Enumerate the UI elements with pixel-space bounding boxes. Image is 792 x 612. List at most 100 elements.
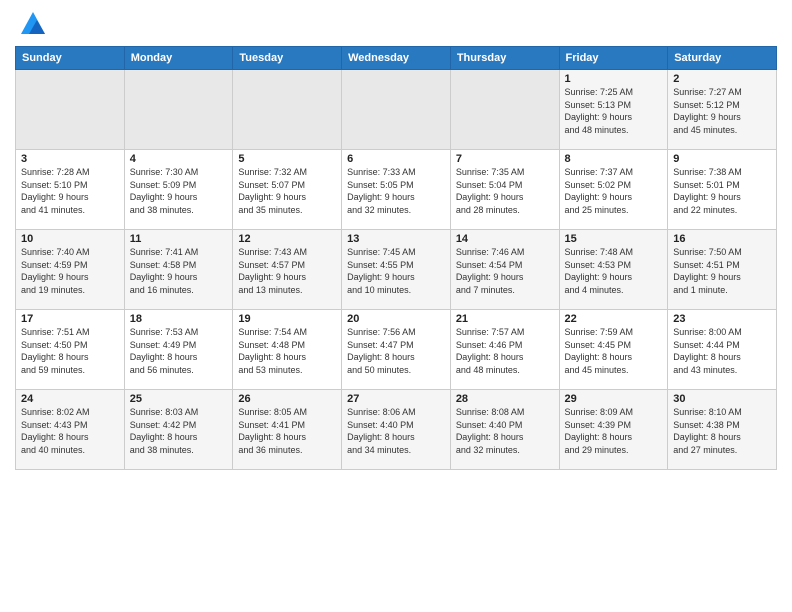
day-info: Sunrise: 8:00 AM Sunset: 4:44 PM Dayligh… xyxy=(673,326,771,376)
weekday-header-thursday: Thursday xyxy=(450,47,559,70)
day-info: Sunrise: 7:38 AM Sunset: 5:01 PM Dayligh… xyxy=(673,166,771,216)
day-number: 7 xyxy=(456,153,554,165)
calendar-cell: 5Sunrise: 7:32 AM Sunset: 5:07 PM Daylig… xyxy=(233,150,342,230)
day-info: Sunrise: 8:02 AM Sunset: 4:43 PM Dayligh… xyxy=(21,406,119,456)
day-number: 4 xyxy=(130,153,228,165)
calendar-cell: 25Sunrise: 8:03 AM Sunset: 4:42 PM Dayli… xyxy=(124,390,233,470)
logo xyxy=(15,10,47,38)
day-info: Sunrise: 7:33 AM Sunset: 5:05 PM Dayligh… xyxy=(347,166,445,216)
week-row-3: 10Sunrise: 7:40 AM Sunset: 4:59 PM Dayli… xyxy=(16,230,777,310)
calendar-cell: 13Sunrise: 7:45 AM Sunset: 4:55 PM Dayli… xyxy=(342,230,451,310)
day-info: Sunrise: 8:05 AM Sunset: 4:41 PM Dayligh… xyxy=(238,406,336,456)
calendar-cell: 22Sunrise: 7:59 AM Sunset: 4:45 PM Dayli… xyxy=(559,310,668,390)
weekday-header-friday: Friday xyxy=(559,47,668,70)
day-info: Sunrise: 7:54 AM Sunset: 4:48 PM Dayligh… xyxy=(238,326,336,376)
weekday-header-wednesday: Wednesday xyxy=(342,47,451,70)
day-number: 8 xyxy=(565,153,663,165)
calendar-cell: 3Sunrise: 7:28 AM Sunset: 5:10 PM Daylig… xyxy=(16,150,125,230)
header xyxy=(15,10,777,38)
day-number: 13 xyxy=(347,233,445,245)
day-number: 27 xyxy=(347,393,445,405)
day-info: Sunrise: 7:50 AM Sunset: 4:51 PM Dayligh… xyxy=(673,246,771,296)
calendar-cell: 12Sunrise: 7:43 AM Sunset: 4:57 PM Dayli… xyxy=(233,230,342,310)
calendar-cell xyxy=(124,70,233,150)
day-info: Sunrise: 7:30 AM Sunset: 5:09 PM Dayligh… xyxy=(130,166,228,216)
weekday-header-row: SundayMondayTuesdayWednesdayThursdayFrid… xyxy=(16,47,777,70)
day-number: 30 xyxy=(673,393,771,405)
weekday-header-sunday: Sunday xyxy=(16,47,125,70)
day-info: Sunrise: 7:37 AM Sunset: 5:02 PM Dayligh… xyxy=(565,166,663,216)
week-row-2: 3Sunrise: 7:28 AM Sunset: 5:10 PM Daylig… xyxy=(16,150,777,230)
day-info: Sunrise: 8:10 AM Sunset: 4:38 PM Dayligh… xyxy=(673,406,771,456)
week-row-1: 1Sunrise: 7:25 AM Sunset: 5:13 PM Daylig… xyxy=(16,70,777,150)
day-info: Sunrise: 7:56 AM Sunset: 4:47 PM Dayligh… xyxy=(347,326,445,376)
day-number: 28 xyxy=(456,393,554,405)
day-number: 2 xyxy=(673,73,771,85)
day-info: Sunrise: 7:41 AM Sunset: 4:58 PM Dayligh… xyxy=(130,246,228,296)
day-number: 12 xyxy=(238,233,336,245)
day-info: Sunrise: 7:27 AM Sunset: 5:12 PM Dayligh… xyxy=(673,86,771,136)
day-info: Sunrise: 7:51 AM Sunset: 4:50 PM Dayligh… xyxy=(21,326,119,376)
calendar-cell: 11Sunrise: 7:41 AM Sunset: 4:58 PM Dayli… xyxy=(124,230,233,310)
calendar-cell xyxy=(16,70,125,150)
day-number: 25 xyxy=(130,393,228,405)
calendar-cell: 4Sunrise: 7:30 AM Sunset: 5:09 PM Daylig… xyxy=(124,150,233,230)
calendar-cell: 2Sunrise: 7:27 AM Sunset: 5:12 PM Daylig… xyxy=(668,70,777,150)
calendar-cell: 26Sunrise: 8:05 AM Sunset: 4:41 PM Dayli… xyxy=(233,390,342,470)
day-info: Sunrise: 8:09 AM Sunset: 4:39 PM Dayligh… xyxy=(565,406,663,456)
day-number: 10 xyxy=(21,233,119,245)
calendar-cell: 14Sunrise: 7:46 AM Sunset: 4:54 PM Dayli… xyxy=(450,230,559,310)
calendar-cell xyxy=(450,70,559,150)
day-info: Sunrise: 7:25 AM Sunset: 5:13 PM Dayligh… xyxy=(565,86,663,136)
calendar-cell: 6Sunrise: 7:33 AM Sunset: 5:05 PM Daylig… xyxy=(342,150,451,230)
calendar-cell: 24Sunrise: 8:02 AM Sunset: 4:43 PM Dayli… xyxy=(16,390,125,470)
logo-icon xyxy=(19,10,47,38)
calendar-cell: 30Sunrise: 8:10 AM Sunset: 4:38 PM Dayli… xyxy=(668,390,777,470)
day-number: 22 xyxy=(565,313,663,325)
day-info: Sunrise: 7:46 AM Sunset: 4:54 PM Dayligh… xyxy=(456,246,554,296)
calendar-cell: 16Sunrise: 7:50 AM Sunset: 4:51 PM Dayli… xyxy=(668,230,777,310)
day-info: Sunrise: 7:40 AM Sunset: 4:59 PM Dayligh… xyxy=(21,246,119,296)
day-number: 18 xyxy=(130,313,228,325)
day-number: 11 xyxy=(130,233,228,245)
page: SundayMondayTuesdayWednesdayThursdayFrid… xyxy=(0,0,792,612)
calendar-cell: 1Sunrise: 7:25 AM Sunset: 5:13 PM Daylig… xyxy=(559,70,668,150)
calendar-cell: 10Sunrise: 7:40 AM Sunset: 4:59 PM Dayli… xyxy=(16,230,125,310)
calendar-cell: 17Sunrise: 7:51 AM Sunset: 4:50 PM Dayli… xyxy=(16,310,125,390)
day-info: Sunrise: 7:48 AM Sunset: 4:53 PM Dayligh… xyxy=(565,246,663,296)
day-info: Sunrise: 8:06 AM Sunset: 4:40 PM Dayligh… xyxy=(347,406,445,456)
day-info: Sunrise: 7:59 AM Sunset: 4:45 PM Dayligh… xyxy=(565,326,663,376)
day-info: Sunrise: 8:03 AM Sunset: 4:42 PM Dayligh… xyxy=(130,406,228,456)
day-number: 29 xyxy=(565,393,663,405)
day-number: 15 xyxy=(565,233,663,245)
calendar-cell: 19Sunrise: 7:54 AM Sunset: 4:48 PM Dayli… xyxy=(233,310,342,390)
day-info: Sunrise: 8:08 AM Sunset: 4:40 PM Dayligh… xyxy=(456,406,554,456)
calendar-cell: 21Sunrise: 7:57 AM Sunset: 4:46 PM Dayli… xyxy=(450,310,559,390)
calendar-cell: 20Sunrise: 7:56 AM Sunset: 4:47 PM Dayli… xyxy=(342,310,451,390)
day-info: Sunrise: 7:32 AM Sunset: 5:07 PM Dayligh… xyxy=(238,166,336,216)
day-number: 5 xyxy=(238,153,336,165)
calendar-cell: 18Sunrise: 7:53 AM Sunset: 4:49 PM Dayli… xyxy=(124,310,233,390)
day-number: 24 xyxy=(21,393,119,405)
calendar-cell: 9Sunrise: 7:38 AM Sunset: 5:01 PM Daylig… xyxy=(668,150,777,230)
day-number: 1 xyxy=(565,73,663,85)
weekday-header-monday: Monday xyxy=(124,47,233,70)
day-number: 6 xyxy=(347,153,445,165)
calendar-cell: 15Sunrise: 7:48 AM Sunset: 4:53 PM Dayli… xyxy=(559,230,668,310)
day-info: Sunrise: 7:57 AM Sunset: 4:46 PM Dayligh… xyxy=(456,326,554,376)
day-info: Sunrise: 7:53 AM Sunset: 4:49 PM Dayligh… xyxy=(130,326,228,376)
day-info: Sunrise: 7:43 AM Sunset: 4:57 PM Dayligh… xyxy=(238,246,336,296)
day-number: 16 xyxy=(673,233,771,245)
weekday-header-saturday: Saturday xyxy=(668,47,777,70)
week-row-4: 17Sunrise: 7:51 AM Sunset: 4:50 PM Dayli… xyxy=(16,310,777,390)
calendar-cell: 7Sunrise: 7:35 AM Sunset: 5:04 PM Daylig… xyxy=(450,150,559,230)
calendar-cell: 27Sunrise: 8:06 AM Sunset: 4:40 PM Dayli… xyxy=(342,390,451,470)
calendar-cell xyxy=(342,70,451,150)
day-number: 9 xyxy=(673,153,771,165)
calendar-cell xyxy=(233,70,342,150)
calendar-table: SundayMondayTuesdayWednesdayThursdayFrid… xyxy=(15,46,777,470)
calendar-cell: 8Sunrise: 7:37 AM Sunset: 5:02 PM Daylig… xyxy=(559,150,668,230)
day-number: 17 xyxy=(21,313,119,325)
day-number: 19 xyxy=(238,313,336,325)
day-info: Sunrise: 7:35 AM Sunset: 5:04 PM Dayligh… xyxy=(456,166,554,216)
